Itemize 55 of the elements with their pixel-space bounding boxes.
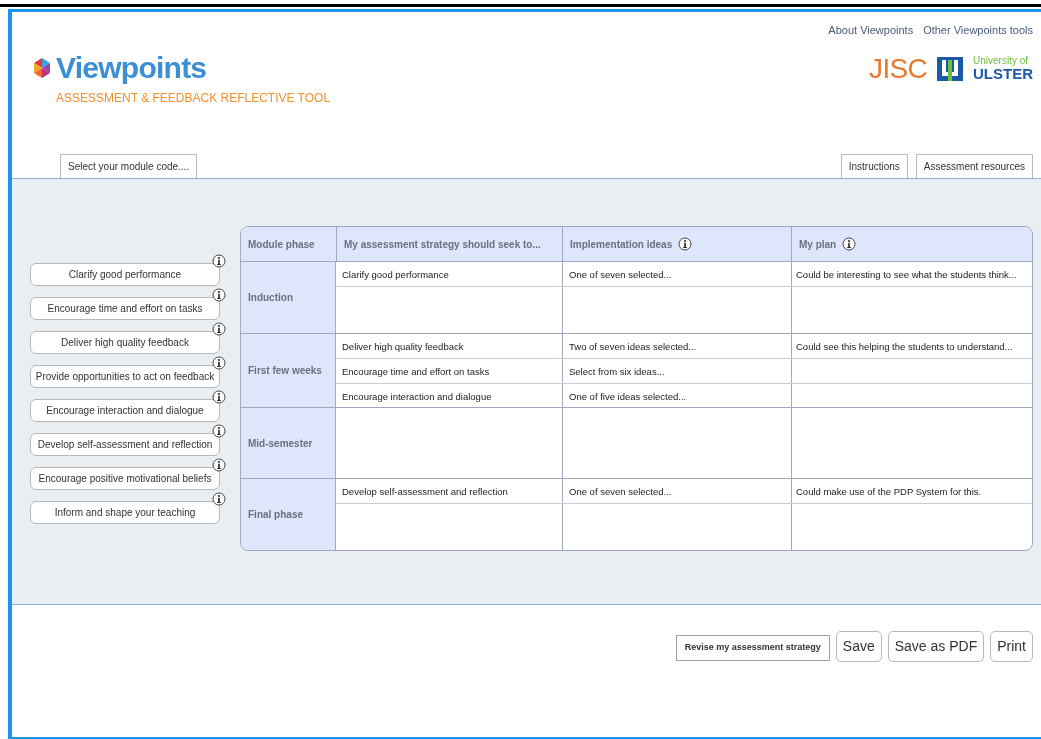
table-cell-text: Encourage time and effort on tasks bbox=[341, 365, 491, 379]
phase-label: Mid-semester bbox=[248, 436, 313, 451]
table-cell[interactable]: One of five ideas selected... bbox=[562, 384, 791, 407]
principle-button[interactable]: Encourage positive motivational beliefs bbox=[30, 467, 220, 490]
info-icon[interactable] bbox=[212, 254, 226, 268]
university-logo-icon bbox=[937, 56, 963, 81]
principle-button[interactable]: Encourage time and effort on tasks bbox=[30, 297, 220, 320]
principle-button[interactable]: Clarify good performance bbox=[30, 263, 220, 286]
table-cell[interactable]: Could make use of the PDP System for this. bbox=[791, 479, 1032, 503]
table-cell-text: Deliver high quality feedback bbox=[341, 340, 465, 354]
principle-button[interactable]: Inform and shape your teaching bbox=[30, 501, 220, 524]
phase-label: Induction bbox=[248, 291, 293, 305]
table-cell[interactable]: Two of seven ideas selected... bbox=[562, 334, 791, 358]
table-cell[interactable]: Could be interesting to see what the students think... bbox=[791, 262, 1032, 286]
column-header-label: My plan bbox=[799, 237, 837, 252]
logo-subtitle: ASSESSMENT & FEEDBACK REFLECTIVE TOOL bbox=[56, 89, 331, 107]
partner-logo-text: University of bbox=[973, 56, 1029, 66]
action-button[interactable]: Revise my assessment strategy bbox=[675, 635, 830, 661]
principle-button[interactable]: Develop self-assessment and reflection bbox=[30, 433, 220, 456]
info-icon[interactable] bbox=[212, 492, 226, 506]
action-button[interactable]: Print bbox=[990, 631, 1033, 662]
table-cell-text: Develop self-assessment and reflection bbox=[341, 485, 509, 499]
info-icon[interactable] bbox=[212, 288, 226, 302]
info-icon[interactable] bbox=[212, 424, 226, 438]
table-cell[interactable]: Select from six ideas... bbox=[562, 359, 791, 383]
partner-logo-text: ULSTER bbox=[973, 66, 1033, 81]
table-cell-text: Clarify good performance bbox=[341, 268, 450, 282]
header-link[interactable]: Other Viewpoints tools bbox=[923, 22, 1033, 39]
column-header-label: Implementation ideas bbox=[570, 237, 673, 252]
table-cell-text: Encourage interaction and dialogue bbox=[341, 390, 493, 404]
action-button[interactable]: Save bbox=[835, 631, 882, 662]
info-icon[interactable] bbox=[212, 458, 226, 472]
tab[interactable]: Select your module code.... bbox=[60, 154, 198, 178]
table-cell[interactable]: Could see this helping the students to understand... bbox=[791, 334, 1032, 358]
info-icon[interactable] bbox=[678, 237, 693, 251]
column-header-label: Module phase bbox=[248, 237, 315, 252]
tab[interactable]: Instructions bbox=[840, 154, 908, 178]
info-icon[interactable] bbox=[842, 237, 857, 251]
principle-button[interactable]: Deliver high quality feedback bbox=[30, 331, 220, 354]
table-cell[interactable]: One of seven selected... bbox=[562, 262, 791, 286]
partner-logo-text: JISC bbox=[869, 54, 927, 83]
principle-button[interactable]: Provide opportunities to act on feedback bbox=[30, 365, 220, 388]
header-link[interactable]: About Viewpoints bbox=[828, 22, 914, 39]
info-icon[interactable] bbox=[212, 390, 226, 404]
action-button[interactable]: Save as PDF bbox=[887, 631, 985, 662]
principle-button[interactable]: Encourage interaction and dialogue bbox=[30, 399, 220, 422]
info-icon[interactable] bbox=[212, 322, 226, 336]
column-header-label: My assessment strategy should seek to... bbox=[344, 237, 541, 252]
tab[interactable]: Assessment resources bbox=[915, 154, 1033, 178]
table-cell[interactable]: One of seven selected... bbox=[562, 479, 791, 503]
logo-icon bbox=[32, 56, 52, 79]
logo-text: Viewpoints bbox=[56, 52, 207, 83]
phase-label: First few weeks bbox=[248, 364, 322, 378]
info-icon[interactable] bbox=[212, 356, 226, 370]
phase-label: Final phase bbox=[248, 508, 303, 522]
